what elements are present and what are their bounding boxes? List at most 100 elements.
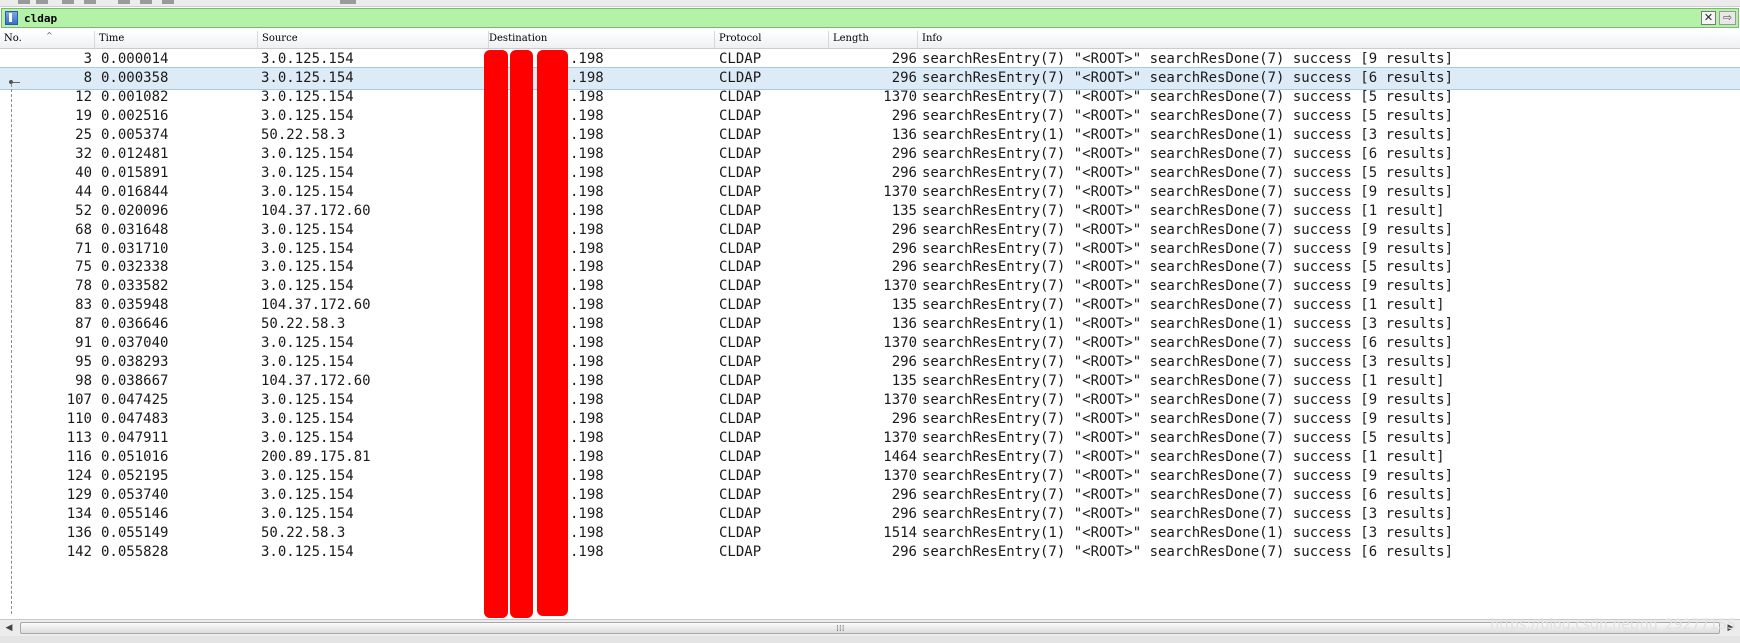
display-filter-input[interactable] (24, 10, 1694, 26)
packet-length: 136 (891, 316, 917, 333)
main-toolbar (0, 0, 1740, 7)
packet-row[interactable]: 95 0.038293 3.0.125.154.198 CLDAP 296 searchR… (0, 352, 1740, 373)
packet-row[interactable]: 8 0.000358 3.0.125.154.198 CLDAP 296 searchRe… (0, 66, 1740, 90)
clear-filter-icon[interactable]: ✕ (1701, 11, 1716, 25)
packet-info: searchResEntry(7) "<ROOT>" searchResDone… (922, 505, 1454, 522)
packet-row[interactable]: 83 0.035948 104.37.172.60.198 CLDAP 135 searc… (0, 295, 1740, 316)
packet-row[interactable]: 12 0.001082 3.0.125.154.198 CLDAP 1370 search… (0, 87, 1740, 108)
packet-length: 135 (891, 202, 917, 219)
packet-length: 1464 (883, 448, 917, 465)
packet-row[interactable]: 98 0.038667 104.37.172.60.198 CLDAP 135 searc… (0, 371, 1740, 392)
column-header-label: Info (922, 33, 943, 44)
packet-length: 1514 (883, 524, 917, 541)
packet-info: searchResEntry(7) "<ROOT>" searchResDone… (922, 259, 1454, 276)
packet-row[interactable]: 68 0.031648 3.0.125.154.198 CLDAP 296 searchR… (0, 220, 1740, 241)
toolbar-button[interactable] (140, 0, 152, 4)
column-header-label: Source (262, 33, 298, 44)
packet-length: 296 (891, 221, 917, 238)
packet-info: searchResEntry(7) "<ROOT>" searchResDone… (922, 373, 1445, 390)
column-header-info[interactable]: Info (918, 31, 1740, 48)
packet-length: 296 (891, 240, 917, 257)
packet-row[interactable]: 44 0.016844 3.0.125.154.198 CLDAP 1370 search… (0, 182, 1740, 203)
packet-info: searchResEntry(7) "<ROOT>" searchResDone… (922, 107, 1454, 124)
scrollbar-thumb[interactable]: ⁞⁞⁞ (20, 622, 1720, 634)
packet-info: searchResEntry(1) "<ROOT>" searchResDone… (922, 524, 1454, 541)
toolbar-button[interactable] (162, 0, 174, 4)
column-header-label: Length (833, 33, 869, 44)
packet-list-header: No. ^ Time Source Destination Protocol L… (0, 31, 1740, 49)
packet-info: searchResEntry(7) "<ROOT>" searchResDone… (922, 335, 1454, 352)
column-header-destination[interactable]: Destination (485, 31, 715, 48)
packet-length: 296 (891, 69, 917, 86)
packet-info: searchResEntry(7) "<ROOT>" searchResDone… (922, 202, 1445, 219)
toolbar-button[interactable] (36, 0, 48, 4)
column-header-length[interactable]: Length (829, 31, 918, 48)
redaction-mark (537, 50, 568, 616)
column-header-label: Time (99, 33, 125, 44)
toolbar-button[interactable] (18, 0, 30, 4)
packet-length: 296 (891, 411, 917, 428)
apply-filter-icon[interactable]: ⇨ (1719, 11, 1736, 25)
packet-row[interactable]: 32 0.012481 3.0.125.154.198 CLDAP 296 searchR… (0, 144, 1740, 165)
related-packet-line (11, 84, 12, 614)
packet-row[interactable]: 75 0.032338 3.0.125.154.198 CLDAP 296 searchR… (0, 257, 1740, 278)
packet-info: searchResEntry(7) "<ROOT>" searchResDone… (922, 430, 1454, 446)
packet-row[interactable]: 134 0.055146 3.0.125.154.198 CLDAP 296 search… (0, 504, 1740, 525)
packet-row[interactable]: 107 0.047425 3.0.125.154.198 CLDAP 1370 searc… (0, 390, 1740, 411)
packet-row[interactable]: 3 0.000014 3.0.125.154.198 CLDAP 296 searchRe… (0, 49, 1740, 70)
packet-info: searchResEntry(7) "<ROOT>" searchResDone… (922, 240, 1454, 257)
watermark-text: https://blog.csdn.net/qq_29277155 (1490, 617, 1736, 633)
packet-row[interactable]: 19 0.002516 3.0.125.154.198 CLDAP 296 searchR… (0, 106, 1740, 127)
packet-row[interactable]: 91 0.037040 3.0.125.154.198 CLDAP 1370 search… (0, 333, 1740, 354)
packet-row[interactable]: 87 0.036646 50.22.58.3.198 CLDAP 136 searchRe… (0, 314, 1740, 335)
packet-info: searchResEntry(7) "<ROOT>" searchResDone… (922, 354, 1454, 371)
redaction-mark (510, 50, 533, 618)
packet-row[interactable]: 116 0.051016 200.89.175.81.198 CLDAP 1464 sea… (0, 447, 1740, 468)
column-header-no[interactable]: No. ^ (0, 31, 95, 48)
packet-row[interactable]: 25 0.005374 50.22.58.3.198 CLDAP 136 searchRe… (0, 125, 1740, 146)
packet-info: searchResEntry(7) "<ROOT>" searchResDone… (922, 69, 1454, 86)
packet-length: 296 (891, 145, 917, 162)
packet-row[interactable]: 40 0.015891 3.0.125.154.198 CLDAP 296 searchR… (0, 163, 1740, 184)
packet-row[interactable]: 142 0.055828 3.0.125.154.198 CLDAP 296 search… (0, 542, 1740, 563)
bookmark-icon[interactable] (5, 11, 18, 25)
scroll-left-icon[interactable]: ◀ (2, 621, 16, 635)
bottom-pane-edge (0, 636, 1740, 643)
packet-length: 296 (891, 505, 917, 522)
packet-row[interactable]: 52 0.020096 104.37.172.60.198 CLDAP 135 searc… (0, 201, 1740, 222)
related-packet-marker (9, 80, 13, 84)
column-header-time[interactable]: Time (95, 31, 258, 48)
sort-ascending-icon: ^ (46, 31, 53, 40)
packet-length: 1370 (883, 467, 917, 484)
toolbar-button[interactable] (62, 0, 74, 4)
column-header-source[interactable]: Source (258, 31, 489, 48)
packet-info: searchResEntry(7) "<ROOT>" searchResDone… (922, 221, 1454, 238)
packet-length: 1370 (883, 88, 917, 105)
packet-row[interactable]: 124 0.052195 3.0.125.154.198 CLDAP 1370 searc… (0, 466, 1740, 487)
packet-row[interactable]: 136 0.055149 50.22.58.3.198 CLDAP 1514 search… (0, 523, 1740, 544)
packet-info: searchResEntry(7) "<ROOT>" searchResDone… (922, 297, 1445, 314)
packet-row[interactable]: 71 0.031710 3.0.125.154.198 CLDAP 296 searchR… (0, 239, 1740, 260)
packet-info: searchResEntry(7) "<ROOT>" searchResDone… (922, 164, 1454, 181)
packet-length: 296 (891, 51, 917, 67)
packet-length: 1370 (883, 278, 917, 295)
grip-icon: ⁞⁞⁞ (836, 624, 845, 634)
toolbar-button[interactable] (340, 0, 356, 4)
packet-row[interactable]: 113 0.047911 3.0.125.154.198 CLDAP 1370 searc… (0, 428, 1740, 449)
packet-list: 3 0.000014 3.0.125.154.198 CLDAP 296 searchRe… (0, 49, 1740, 619)
horizontal-scrollbar[interactable]: ◀ ⁞⁞⁞ ▶ (0, 619, 1740, 636)
toolbar-button[interactable] (84, 0, 96, 4)
packet-info: searchResEntry(7) "<ROOT>" searchResDone… (922, 145, 1454, 162)
packet-row[interactable]: 78 0.033582 3.0.125.154.198 CLDAP 1370 search… (0, 276, 1740, 297)
packet-info: searchResEntry(7) "<ROOT>" searchResDone… (922, 183, 1454, 200)
packet-row[interactable]: 129 0.053740 3.0.125.154.198 CLDAP 296 search… (0, 485, 1740, 506)
toolbar-button[interactable] (118, 0, 130, 4)
packet-row[interactable]: 110 0.047483 3.0.125.154.198 CLDAP 296 search… (0, 409, 1740, 430)
column-header-protocol[interactable]: Protocol (715, 31, 829, 48)
packet-length: 135 (891, 373, 917, 390)
packet-length: 1370 (883, 430, 917, 446)
packet-info: searchResEntry(7) "<ROOT>" searchResDone… (922, 467, 1454, 484)
packet-length: 296 (891, 543, 917, 560)
packet-info: searchResEntry(7) "<ROOT>" searchResDone… (922, 448, 1445, 465)
packet-info: searchResEntry(1) "<ROOT>" searchResDone… (922, 126, 1454, 143)
